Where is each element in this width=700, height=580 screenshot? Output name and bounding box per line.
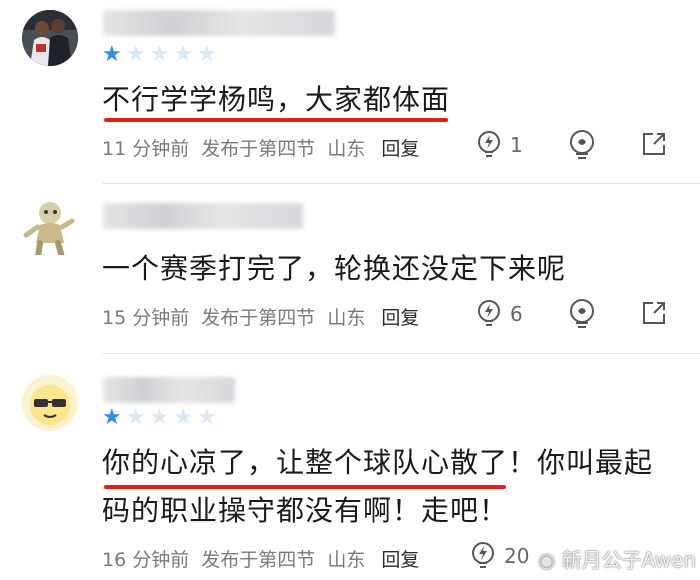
- username-blurred[interactable]: [103, 10, 335, 36]
- comment-meta: 16 分钟前 发布于第四节 山东 回复: [102, 545, 419, 572]
- watermark-text: 新月公子Awen: [561, 548, 697, 572]
- comment-time: 11 分钟前: [102, 138, 190, 160]
- star-icon: ★: [173, 405, 193, 430]
- star-icon: ★: [102, 405, 122, 430]
- avatar[interactable]: [22, 199, 78, 255]
- comment-item: 一个赛季打完了，轮换还没定下来呢 15 分钟前 发布于第四节 山东 回复 6: [0, 185, 700, 355]
- divider: [102, 353, 700, 354]
- weibo-button[interactable]: [566, 297, 598, 329]
- like-button[interactable]: 1: [474, 130, 523, 160]
- comment-location: 山东: [327, 549, 366, 571]
- weibo-logo-icon: [570, 130, 594, 159]
- lightbulb-like-icon: [478, 131, 500, 157]
- lightbulb-like-icon: [472, 542, 494, 568]
- like-button[interactable]: 6: [474, 299, 523, 329]
- highlight-underline: [104, 485, 506, 489]
- username-blurred[interactable]: [103, 377, 235, 403]
- star-icon: ★: [149, 405, 170, 430]
- weibo-button[interactable]: [566, 128, 598, 160]
- avatar[interactable]: [22, 10, 78, 66]
- lightbulb-like-icon: [478, 300, 500, 326]
- avatar-sunglasses-cartoon-image: [22, 375, 78, 431]
- avatar[interactable]: [22, 375, 78, 431]
- like-count: 1: [510, 133, 523, 157]
- comment-meta: 11 分钟前 发布于第四节 山东 回复: [102, 134, 419, 161]
- share-external-icon: [643, 302, 665, 324]
- comment-item: ★ ★ ★ ★ ★ 不行学学杨鸣，大家都体面 11 分钟前 发布于第四节 山东 …: [0, 0, 700, 185]
- star-icon: ★: [125, 405, 146, 430]
- comment-posted-in: 发布于第四节: [201, 549, 316, 571]
- star-icon: ★: [173, 42, 193, 67]
- weibo-logo-icon: ◉: [538, 548, 556, 572]
- avatar-cartoon-figure-image: [23, 202, 75, 255]
- star-icon: ★: [102, 42, 122, 67]
- username-blurred[interactable]: [103, 203, 303, 229]
- star-icon: ★: [149, 42, 170, 67]
- reply-button[interactable]: 回复: [381, 138, 419, 160]
- comment-text: 一个赛季打完了，轮换还没定下来呢: [102, 252, 567, 285]
- comment-text-line-2: 码的职业操守都没有啊！走吧！: [102, 494, 509, 527]
- comment-text-line-1: 你的心凉了，让整个球队心散了！你叫最起: [102, 446, 654, 479]
- avatar-basketball-players-image: [22, 10, 78, 66]
- comment-posted-in: 发布于第四节: [201, 138, 316, 160]
- comment-text: 不行学学杨鸣，大家都体面: [102, 83, 451, 116]
- comment-meta: 15 分钟前 发布于第四节 山东 回复: [102, 303, 419, 330]
- comment-time: 15 分钟前: [102, 307, 190, 329]
- star-rating: ★ ★ ★ ★ ★: [102, 44, 217, 66]
- reply-button[interactable]: 回复: [381, 549, 419, 571]
- share-external-icon: [643, 133, 665, 155]
- star-icon: ★: [196, 405, 217, 430]
- star-rating: ★ ★ ★ ★ ★: [102, 407, 217, 429]
- watermark: ◉ 新月公子Awen: [538, 544, 696, 573]
- comment-time: 16 分钟前: [102, 549, 190, 571]
- reply-button[interactable]: 回复: [381, 307, 419, 329]
- star-icon: ★: [196, 42, 217, 67]
- weibo-logo-icon: [570, 299, 594, 328]
- like-button[interactable]: 20: [468, 541, 529, 571]
- share-button[interactable]: [640, 299, 668, 327]
- like-count: 20: [504, 544, 530, 568]
- comment-location: 山东: [327, 138, 366, 160]
- star-icon: ★: [125, 42, 146, 67]
- divider: [102, 183, 700, 184]
- comment-posted-in: 发布于第四节: [201, 307, 316, 329]
- like-count: 6: [510, 302, 523, 326]
- highlight-underline: [104, 118, 448, 122]
- share-button[interactable]: [640, 130, 668, 158]
- comment-location: 山东: [327, 307, 366, 329]
